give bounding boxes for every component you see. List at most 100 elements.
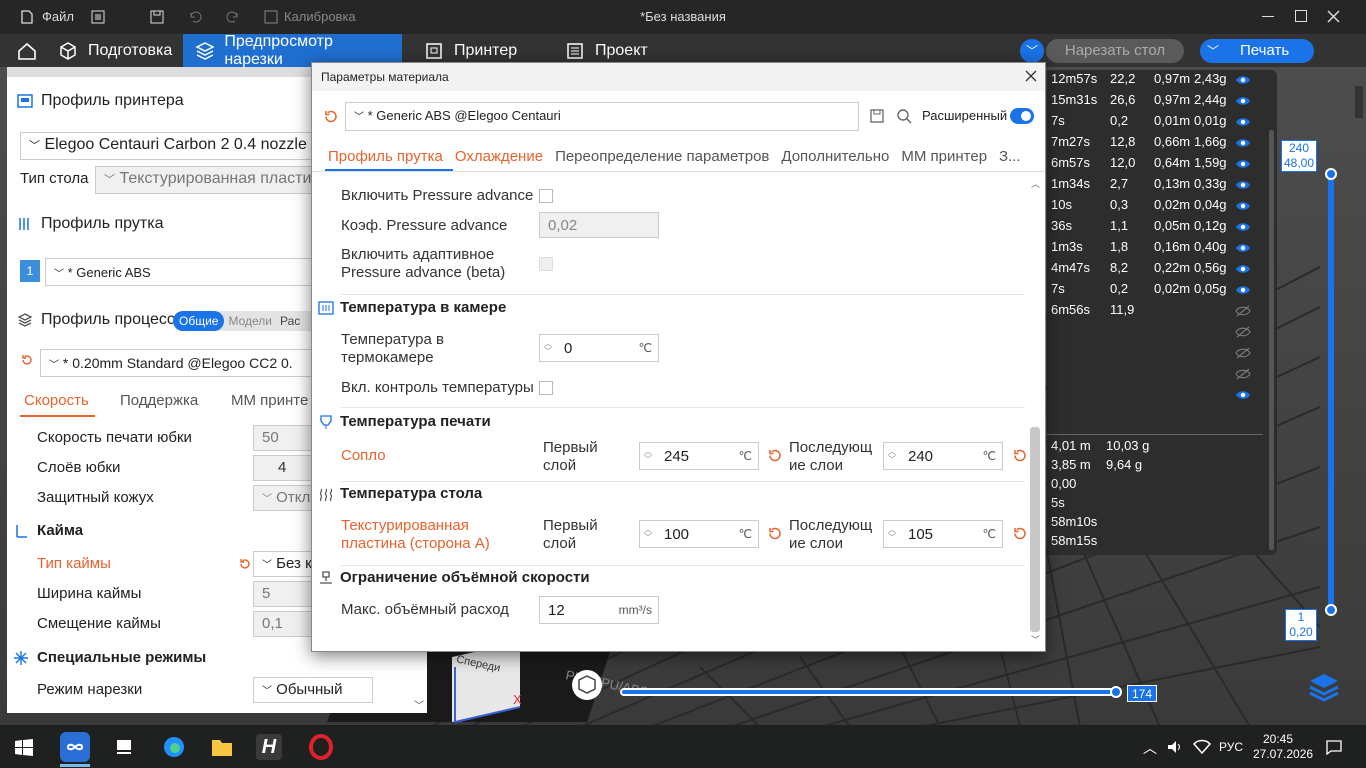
notification-icon[interactable] [1326,739,1342,755]
move-slider-handle[interactable] [1110,686,1122,698]
tab-speed[interactable]: Скорость [24,392,89,409]
spinner-icon[interactable]: ︿ ﹀ [888,526,898,542]
tab-advanced[interactable]: Дополнительно [781,148,889,165]
spinner-icon[interactable]: ︿ ﹀ [644,526,654,542]
eye-hidden-icon[interactable] [1235,346,1251,360]
home-icon[interactable] [17,42,37,60]
tab-more[interactable]: З... [999,148,1021,165]
clock[interactable]: 20:45 27.07.2026 [1253,732,1313,762]
filament-select[interactable]: ﹀ * Generic ABS [45,258,345,286]
close-icon[interactable] [1327,10,1340,23]
eye-icon[interactable] [1235,136,1251,150]
opera-icon[interactable] [308,734,334,760]
task-view-icon[interactable] [115,738,133,756]
layer-slider-top-handle[interactable] [1325,168,1337,180]
gcode-viewer-button[interactable] [572,670,602,700]
tray-expand-icon[interactable]: ︿ [1143,738,1157,758]
eye-icon[interactable] [1235,73,1251,87]
menu-icon[interactable] [91,10,105,24]
orca-app-icon[interactable] [60,732,90,762]
eye-icon[interactable] [1235,199,1251,213]
tab-cooling[interactable]: Охлаждение [455,148,543,165]
eye-icon[interactable] [1235,94,1251,108]
pa-adaptive-checkbox[interactable] [539,257,553,271]
undo-icon[interactable] [188,10,202,24]
process-mode-toggle[interactable]: Общие Модели Рас [173,311,323,331]
printer-select[interactable]: ﹀ Elegoo Centauri Carbon 2 0.4 nozzle [20,132,340,160]
nozzle-first-reset-icon[interactable] [767,448,782,463]
chamber-temp-field[interactable]: ︿ ﹀ 0 ℃ [539,334,659,362]
save-icon[interactable] [150,10,164,24]
scroll-up-icon[interactable]: ︿ [1031,177,1040,190]
eye-hidden-icon[interactable] [1235,367,1251,381]
print-dropdown-icon[interactable]: ﹀ [1207,39,1219,63]
preset-save-icon[interactable] [869,108,885,124]
layer-slider-bottom-handle[interactable] [1325,604,1337,616]
slice-mode-select[interactable]: ﹀ Обычный [253,677,373,703]
nozzle-next-reset-icon[interactable] [1012,448,1027,463]
eye-icon[interactable] [1235,220,1251,234]
eye-icon[interactable] [1235,262,1251,276]
slicer-app-icon[interactable]: H [256,734,282,760]
filament-index-badge[interactable]: 1 [20,260,40,282]
pa-enable-checkbox[interactable] [539,189,553,203]
tab-support[interactable]: Поддержка [120,392,198,409]
max-volumetric-field[interactable]: 12 mm³/s [539,596,659,624]
eye-icon[interactable] [1235,241,1251,255]
bed-next-field[interactable]: ︿ ﹀ 105 ℃ [883,520,1003,548]
process-select[interactable]: ﹀ * 0.20mm Standard @Elegoo CC2 0. [40,349,340,377]
dialog-scrollbar[interactable]: ︿ ﹀ [1027,175,1043,645]
pa-coef-field[interactable]: 0,02 [539,212,659,238]
reset-icon[interactable] [20,353,34,367]
process-mode-models[interactable]: Модели [224,314,276,328]
dialog-close-icon[interactable] [1025,70,1037,82]
temp-control-checkbox[interactable] [539,381,553,395]
preset-select[interactable]: ﹀ * Generic ABS @Elegoo Centauri [345,102,859,131]
spinner-icon[interactable]: ︿ ﹀ [544,340,554,356]
search-icon[interactable] [896,108,912,124]
network-icon[interactable] [1193,738,1211,756]
preset-reset-icon[interactable] [323,109,338,124]
edge-icon[interactable] [162,735,186,759]
process-mode-general[interactable]: Общие [173,311,225,331]
spinner-icon[interactable]: ︿ ﹀ [644,448,654,464]
tab-mm-printer[interactable]: MM принтер [901,148,987,165]
file-menu[interactable]: Файл [20,9,74,24]
slice-plate-button[interactable]: Нарезать стол [1046,39,1184,63]
nozzle-next-field[interactable]: ︿ ﹀ 240 ℃ [883,442,1003,470]
eye-icon[interactable] [1235,178,1251,192]
move-slider-track[interactable] [620,688,1120,696]
stats-scrollbar[interactable] [1269,130,1274,550]
bed-first-field[interactable]: ︿ ﹀ 100 ℃ [639,520,759,548]
eye-icon[interactable] [1235,115,1251,129]
explorer-icon[interactable] [210,736,234,758]
spinner-icon[interactable]: ︿ ﹀ [888,448,898,464]
minimize-button[interactable] [1262,9,1274,17]
layer-slider-track[interactable] [1328,172,1334,612]
eye-hidden-icon[interactable] [1235,304,1251,318]
plate-type-select[interactable]: ﹀ Текстурированная пластин [95,166,335,194]
scroll-down-icon[interactable]: ﹀ [1031,633,1040,646]
bed-first-reset-icon[interactable] [767,526,782,541]
scroll-thumb[interactable] [1030,427,1040,632]
tab-filament-profile[interactable]: Профиль прутка [328,148,443,165]
slice-dropdown[interactable]: ﹀ [1020,39,1044,63]
bed-next-reset-icon[interactable] [1012,526,1027,541]
tab-prepare[interactable]: Подготовка [46,34,184,67]
tab-overrides[interactable]: Переопределение параметров [555,148,769,165]
eye-icon[interactable] [1235,283,1251,297]
nozzle-first-field[interactable]: ︿ ﹀ 245 ℃ [639,442,759,470]
left-scroll-down-icon[interactable]: ﹀ [414,697,424,712]
eye-icon[interactable] [1235,388,1251,402]
brim-reset-icon[interactable] [238,557,252,571]
eye-hidden-icon[interactable] [1235,325,1251,339]
maximize-button[interactable] [1295,10,1307,22]
tab-mm-printer[interactable]: MM принте [231,392,308,409]
volume-icon[interactable] [1167,740,1183,754]
layers-view-icon[interactable] [1307,670,1341,704]
calibration-menu[interactable]: Калибровка [264,9,356,24]
redo-icon[interactable] [226,10,240,24]
windows-start-icon[interactable] [14,738,34,758]
eye-icon[interactable] [1235,157,1251,171]
process-mode-advanced[interactable]: Рас [276,314,304,328]
